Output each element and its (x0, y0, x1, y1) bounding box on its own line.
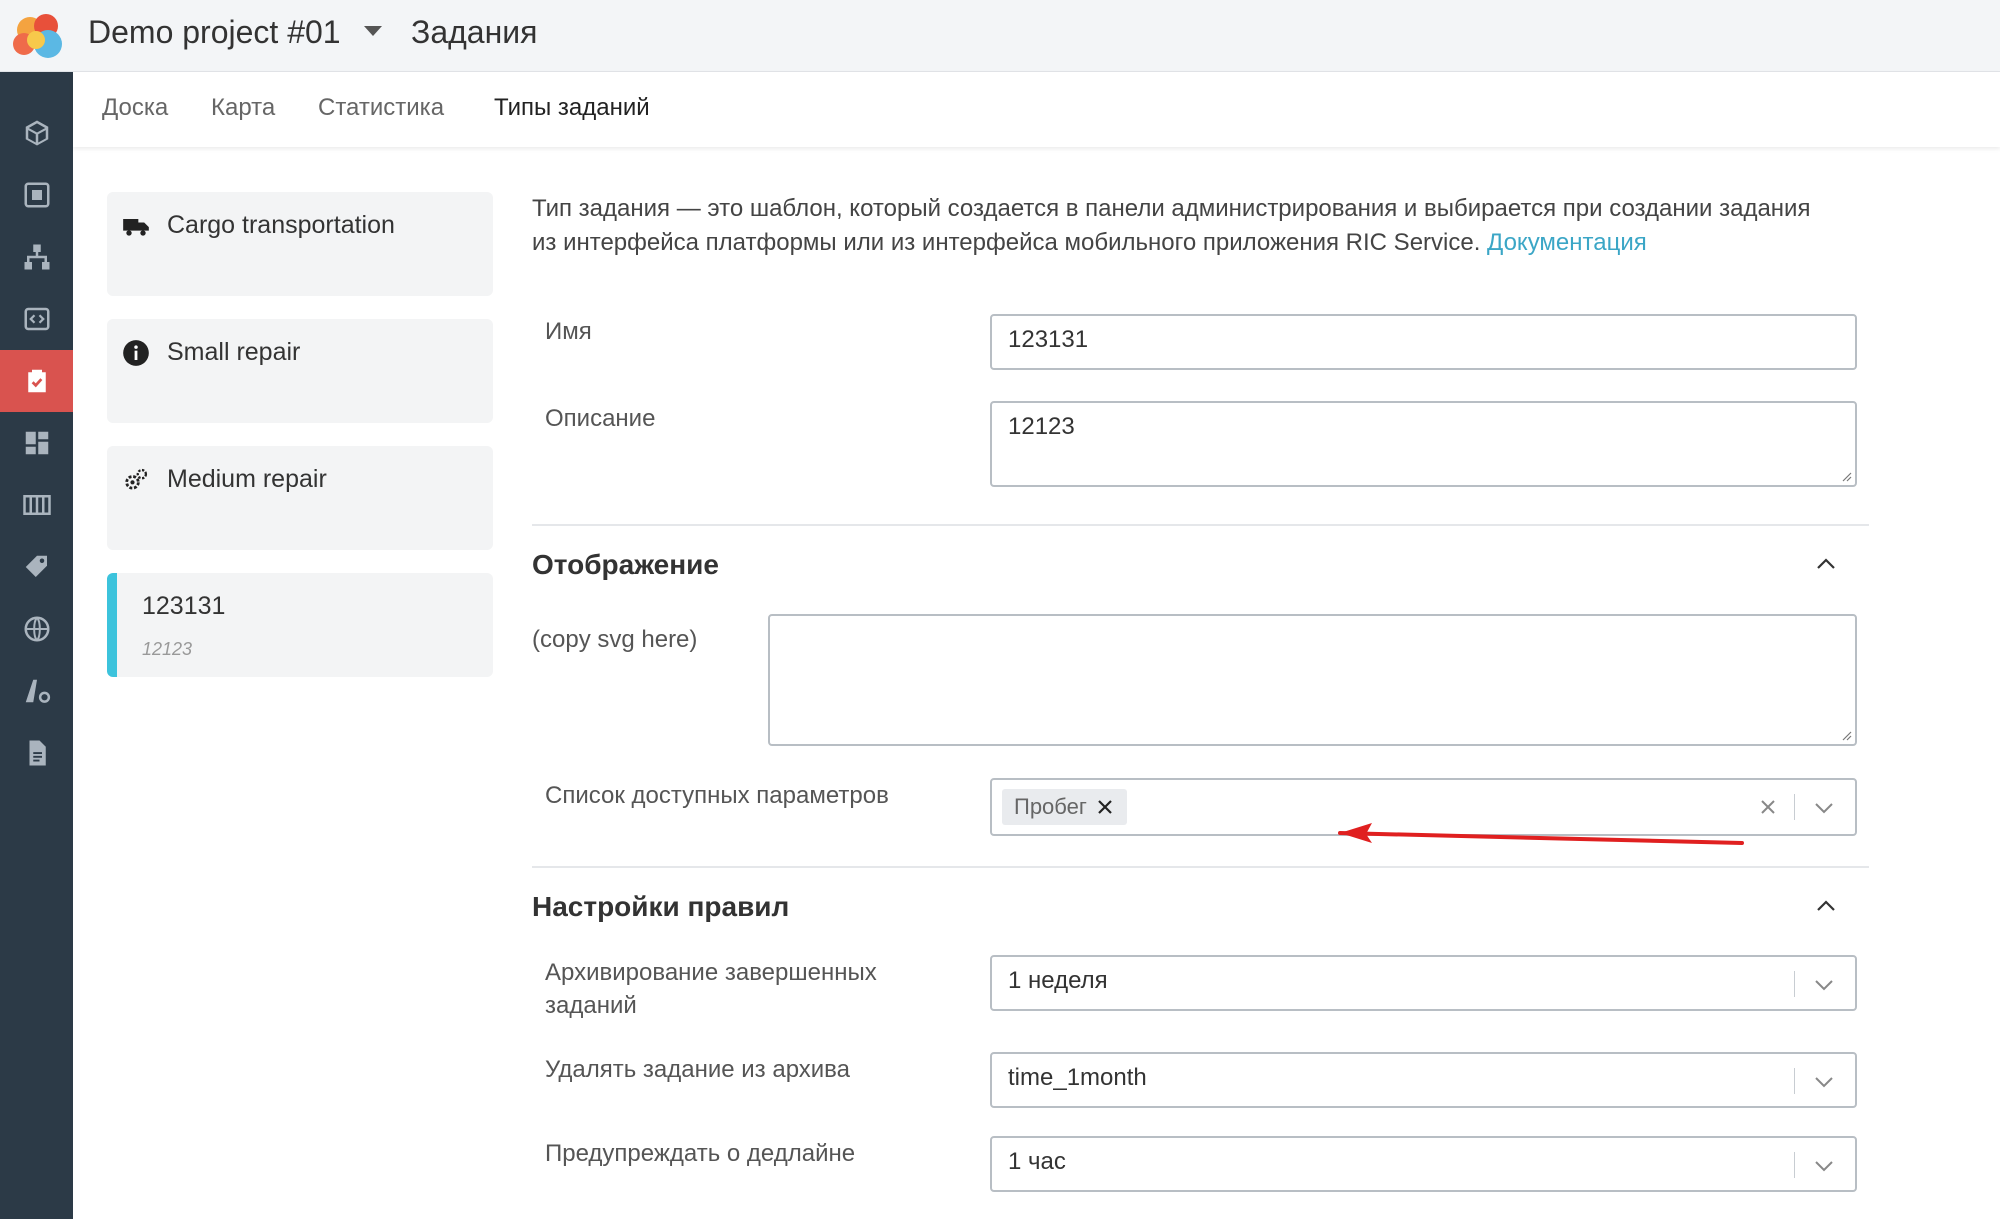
select-separator (1794, 1152, 1795, 1178)
sidebar (0, 72, 73, 1219)
clipboard-check-icon (27, 369, 46, 393)
sidebar-item-tags[interactable] (0, 536, 73, 598)
archive-select-value: 1 неделя (1008, 967, 1108, 994)
deadline-select[interactable]: 1 час (990, 1136, 1857, 1192)
frame-icon (24, 182, 49, 208)
documentation-link[interactable]: Документация (1487, 229, 1647, 256)
tab-task-types[interactable]: Типы заданий (494, 94, 650, 122)
sidebar-item-road-settings[interactable] (0, 660, 73, 722)
chevron-up-icon[interactable] (1814, 552, 1838, 576)
select-separator (1794, 794, 1795, 820)
delete-label: Удалять задание из архива (545, 1056, 851, 1083)
sidebar-item-columns[interactable] (0, 474, 73, 536)
code-window-icon (24, 307, 49, 331)
sidebar-item-objects[interactable] (0, 102, 73, 164)
page-title: Задания (411, 14, 538, 50)
task-type-name: 123131 (142, 592, 226, 620)
name-input[interactable]: 123131 (990, 314, 1857, 370)
sidebar-item-code[interactable] (0, 288, 73, 350)
task-type-name: Cargo transportation (167, 211, 395, 239)
road-settings-icon (25, 679, 50, 703)
chevron-down-icon[interactable] (1812, 796, 1836, 820)
tab-board[interactable]: Доска (102, 94, 168, 122)
task-type-cargo[interactable]: Cargo transportation (107, 192, 493, 296)
resize-handle-icon[interactable] (1840, 470, 1852, 482)
chip-remove-icon[interactable] (1095, 797, 1115, 817)
tab-map[interactable]: Карта (211, 94, 275, 122)
gears-icon (125, 468, 148, 490)
chevron-up-icon[interactable] (1814, 894, 1838, 918)
tab-bar: Доска Карта Статистика Типы заданий (73, 72, 2000, 147)
clear-icon[interactable] (1757, 796, 1779, 818)
divider (532, 866, 1869, 868)
sidebar-item-hierarchy[interactable] (0, 226, 73, 288)
info-icon (123, 340, 149, 366)
caret-down-icon[interactable] (364, 26, 382, 36)
top-bar: Demo project #01 Задания (0, 0, 2000, 72)
document-icon (29, 740, 46, 766)
hierarchy-icon (24, 244, 49, 270)
intro-text: Тип задания — это шаблон, который создае… (532, 192, 1832, 260)
deadline-label: Предупреждать о дедлайне (545, 1140, 856, 1167)
task-type-selected[interactable]: 123131 12123 (107, 573, 493, 677)
select-separator (1794, 1068, 1795, 1094)
delete-select-value: time_1month (1008, 1064, 1147, 1091)
display-section-title: Отображение (532, 549, 719, 580)
project-name[interactable]: Demo project #01 (88, 14, 341, 51)
sidebar-item-documents[interactable] (0, 722, 73, 784)
tab-statistics[interactable]: Статистика (318, 94, 444, 122)
name-input-value: 123131 (1008, 326, 1089, 353)
task-type-description: 12123 (142, 639, 193, 659)
chevron-down-icon[interactable] (1812, 973, 1836, 997)
params-label: Список доступных параметров (545, 782, 889, 809)
task-type-small-repair[interactable]: Small repair (107, 319, 493, 423)
dashboard-icon (25, 431, 48, 455)
param-chip: Пробег (1002, 789, 1127, 825)
chevron-down-icon[interactable] (1812, 1070, 1836, 1094)
annotation-arrow-icon (1338, 823, 1744, 845)
svg-label: (copy svg here) (532, 626, 698, 653)
sidebar-item-globe[interactable] (0, 598, 73, 660)
rules-section-title: Настройки правил (532, 891, 790, 922)
divider (532, 524, 1869, 526)
box-icon (25, 120, 48, 146)
globe-icon (24, 616, 49, 642)
select-separator (1794, 971, 1795, 997)
sidebar-item-frame[interactable] (0, 164, 73, 226)
task-type-medium-repair[interactable]: Medium repair (107, 446, 493, 550)
param-chip-label: Пробег (1014, 794, 1087, 819)
archive-label: Архивирование завершенных заданий (545, 959, 877, 1019)
truck-icon (123, 219, 149, 236)
name-label: Имя (545, 318, 592, 345)
app-logo-icon[interactable] (8, 10, 68, 62)
description-label: Описание (545, 405, 656, 432)
task-type-name: Medium repair (167, 465, 327, 493)
resize-handle-icon[interactable] (1840, 729, 1852, 741)
description-textarea[interactable]: 12123 (990, 401, 1857, 487)
sidebar-item-dashboard[interactable] (0, 412, 73, 474)
tag-icon (25, 555, 47, 577)
task-type-name: Small repair (167, 338, 301, 366)
archive-select[interactable]: 1 неделя (990, 955, 1857, 1011)
columns-icon (22, 495, 51, 515)
sidebar-item-tasks[interactable] (0, 350, 73, 412)
delete-select[interactable]: time_1month (990, 1052, 1857, 1108)
chevron-down-icon[interactable] (1812, 1154, 1836, 1178)
deadline-select-value: 1 час (1008, 1148, 1066, 1175)
svg-textarea[interactable] (768, 614, 1857, 746)
description-textarea-value: 12123 (1008, 413, 1075, 440)
